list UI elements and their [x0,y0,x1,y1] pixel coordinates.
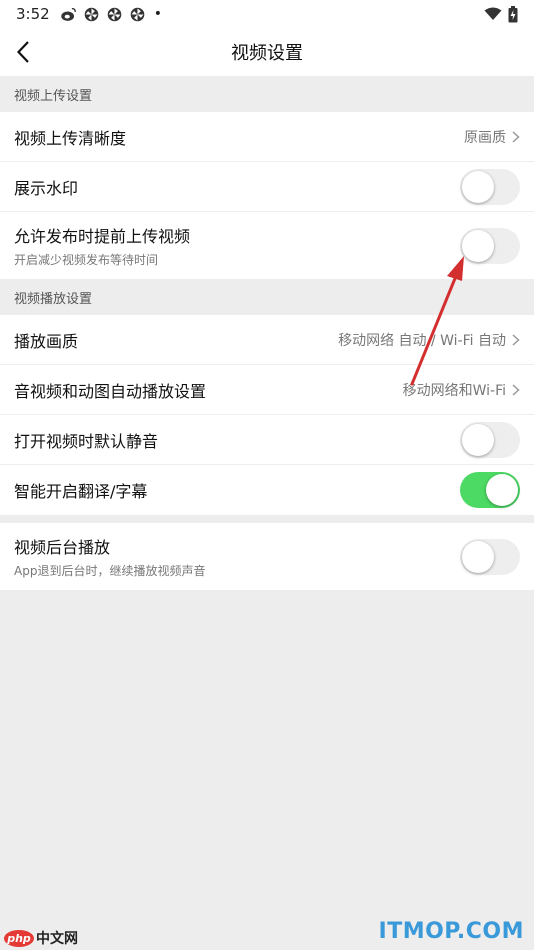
wifi-icon [484,7,502,20]
upload-quality-label: 视频上传清晰度 [14,129,127,148]
pre-upload-label: 允许发布时提前上传视频 [14,227,191,246]
pinwheel-icon [84,7,98,21]
php-watermark-text: 中文网 [36,931,78,947]
section-spacer [0,515,534,523]
pre-upload-row: 允许发布时提前上传视频 开启减少视频发布等待时间 [0,212,534,279]
autoplay-value: 移动网络和Wi-Fi [403,380,520,400]
autoplay-label: 音视频和动图自动播放设置 [14,382,207,401]
status-bar: 3:52 • [0,0,534,28]
section-header-playback: 视频播放设置 [0,279,534,315]
upload-quality-value: 原画质 [464,127,520,147]
toggle-knob [486,474,518,506]
php-watermark: php 中文网 [4,928,78,948]
pinwheel-icon [130,7,144,21]
smart-translate-row: 智能开启翻译/字幕 [0,465,534,515]
status-more-dot: • [153,6,162,22]
chevron-right-icon [512,384,520,396]
playback-quality-label: 播放画质 [14,332,79,351]
background-play-row: 视频后台播放 App退到后台时，继续播放视频声音 [0,523,534,590]
status-notification-icons: • [60,6,162,23]
status-time: 3:52 [16,5,50,23]
background-play-sublabel: App退到后台时，继续播放视频声音 [14,564,206,578]
autoplay-value-text: 移动网络和Wi-Fi [402,383,506,399]
watermark-label: 展示水印 [14,179,79,198]
toggle-knob [462,171,494,203]
pre-upload-toggle[interactable] [460,227,520,264]
playback-quality-row[interactable]: 播放画质 移动网络 自动 / Wi-Fi 自动 [0,315,534,365]
section-header-upload: 视频上传设置 [0,76,534,112]
chevron-right-icon [512,334,520,346]
mute-default-row: 打开视频时默认静音 [0,415,534,465]
itmop-watermark: ITMOP.COM [378,919,524,944]
playback-quality-value-text: 移动网络 自动 / Wi-Fi 自动 [338,333,506,349]
smart-translate-toggle[interactable] [460,472,520,508]
smart-translate-label: 智能开启翻译/字幕 [14,482,148,501]
background-play-label: 视频后台播放 [14,538,111,557]
autoplay-row[interactable]: 音视频和动图自动播放设置 移动网络和Wi-Fi [0,365,534,415]
upload-quality-value-text: 原画质 [464,130,506,146]
navigation-bar: 视频设置 [0,28,534,76]
back-button[interactable] [14,40,32,64]
mute-default-toggle[interactable] [460,422,520,458]
chevron-right-icon [512,131,520,143]
pinwheel-icon [107,7,121,21]
weibo-icon [60,7,76,21]
background-play-toggle[interactable] [460,538,520,575]
toggle-knob [462,540,494,573]
playback-quality-value: 移动网络 自动 / Wi-Fi 自动 [338,330,520,350]
mute-default-label: 打开视频时默认静音 [14,432,159,451]
battery-icon [508,5,518,22]
toggle-knob [462,229,494,262]
pre-upload-sublabel: 开启减少视频发布等待时间 [14,253,159,267]
page-title: 视频设置 [231,43,303,64]
php-logo: php [4,929,34,947]
upload-quality-row[interactable]: 视频上传清晰度 原画质 [0,112,534,162]
watermark-toggle[interactable] [460,169,520,205]
watermark-row: 展示水印 [0,162,534,212]
back-chevron-icon [17,41,29,63]
toggle-knob [462,424,494,456]
